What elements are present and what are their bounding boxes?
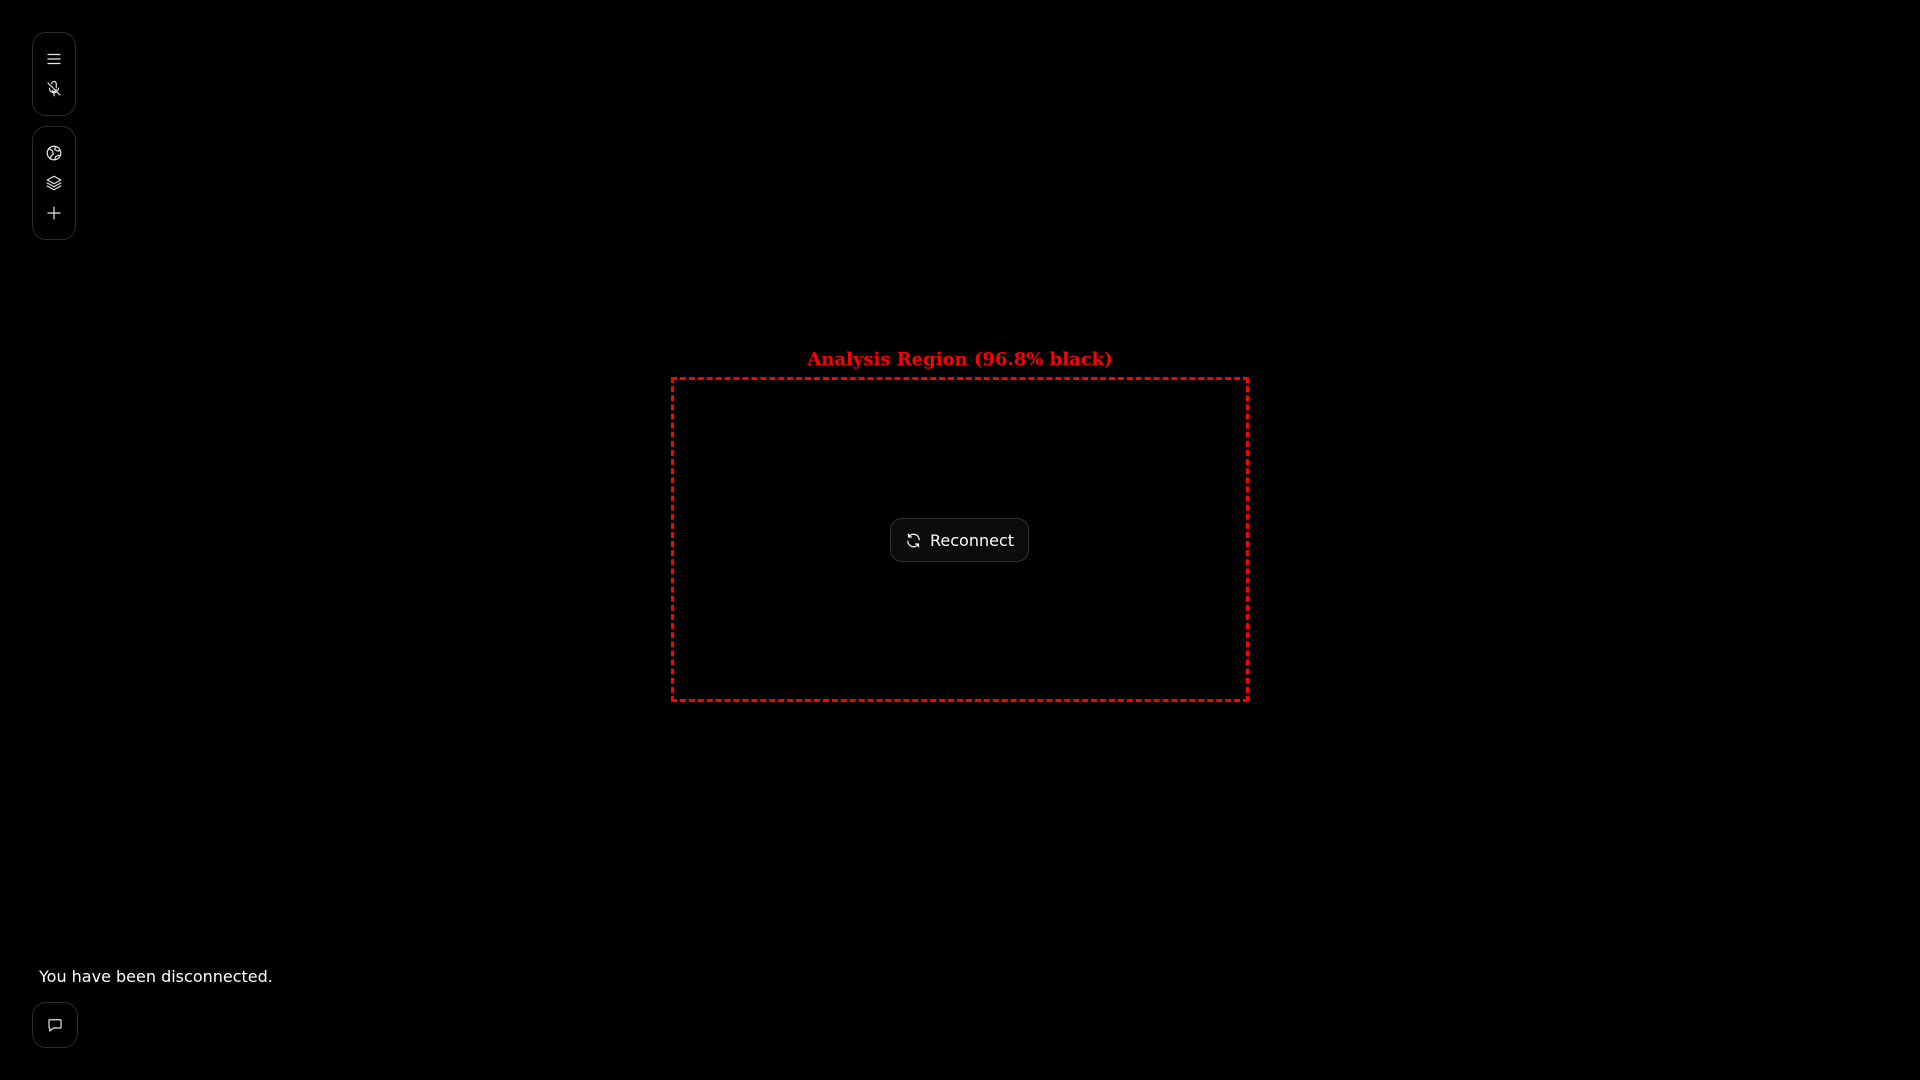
- chat-icon: [48, 1019, 62, 1032]
- toolbar-top-group: [32, 32, 76, 116]
- chat-button[interactable]: [32, 1002, 78, 1048]
- toolbar-middle-group: [32, 126, 76, 240]
- layers-icon: [46, 175, 62, 191]
- disconnect-message: You have been disconnected.: [39, 967, 273, 986]
- reconnect-label: Reconnect: [929, 530, 1015, 550]
- world-button[interactable]: [39, 141, 69, 165]
- reconnect-button[interactable]: Reconnect: [890, 518, 1029, 562]
- plus-icon: [47, 206, 61, 220]
- menu-icon: [47, 53, 61, 65]
- mute-microphone-button[interactable]: [39, 77, 69, 101]
- mic-off-icon: [47, 80, 61, 97]
- refresh-icon: [907, 532, 920, 548]
- add-button[interactable]: [39, 201, 69, 225]
- analysis-region-label: Analysis Region (96.8% black): [807, 349, 1113, 370]
- globe-icon: [46, 145, 62, 161]
- menu-button[interactable]: [39, 47, 69, 71]
- layers-button[interactable]: [39, 171, 69, 195]
